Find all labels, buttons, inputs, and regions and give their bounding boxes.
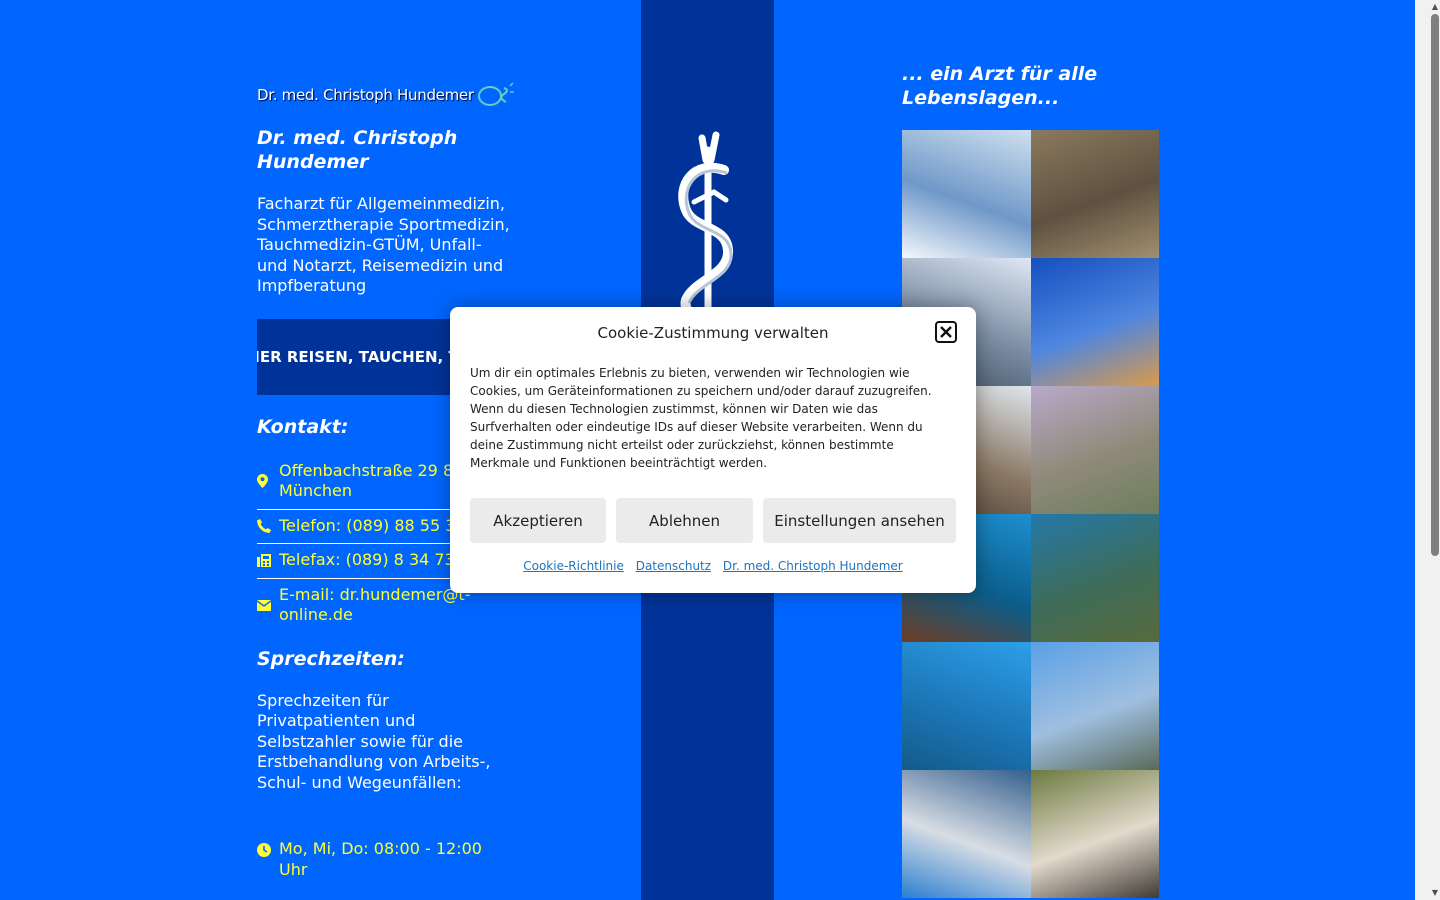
scroll-up-arrow-icon[interactable]: ▲ (1430, 2, 1440, 12)
photo-skydiving[interactable] (1031, 386, 1159, 514)
site-logo[interactable]: Dr. med. Christoph Hundemer (257, 70, 516, 120)
specialties-text: Facharzt für Allgemeinmedizin, Schmerzth… (257, 194, 510, 295)
map-pin-icon (257, 474, 279, 488)
aesculapian-staff-icon (664, 130, 754, 334)
view-settings-button[interactable]: Einstellungen ansehen (763, 498, 956, 543)
scrollbar[interactable]: ▲ ▼ (1415, 0, 1440, 900)
hours-line: Mo, Mi, Do: 08:00 - 12:00 Uhr (257, 839, 513, 880)
cookie-consent-dialog: Cookie-Zustimmung verwalten Um dir ein o… (450, 307, 976, 593)
privacy-link[interactable]: Datenschutz (636, 559, 711, 573)
photo-diver-blue[interactable] (902, 642, 1031, 770)
photo-diving-reef[interactable] (1031, 514, 1159, 642)
imprint-link[interactable]: Dr. med. Christoph Hundemer (723, 559, 903, 573)
contact-phone-text: Telefon: (089) 88 55 36 (279, 515, 466, 535)
deny-button[interactable]: Ablehnen (616, 498, 753, 543)
fax-icon (257, 553, 279, 567)
accept-button[interactable]: Akzeptieren (470, 498, 606, 543)
cookie-button-row: Akzeptieren Ablehnen Einstellungen anseh… (470, 498, 956, 543)
logo-mark-icon (476, 82, 516, 108)
photo-skiing[interactable] (902, 130, 1031, 258)
hours-line-text: Mo, Mi, Do: 08:00 - 12:00 Uhr (279, 839, 482, 879)
scrollbar-thumb[interactable] (1431, 14, 1439, 556)
photo-group[interactable] (1031, 770, 1159, 898)
photo-boat[interactable] (902, 770, 1031, 898)
photo-climbing[interactable] (1031, 130, 1159, 258)
photo-summit-cross[interactable] (1031, 642, 1159, 770)
envelope-icon (257, 599, 279, 611)
cookie-dialog-title: Cookie-Zustimmung verwalten (597, 324, 829, 342)
logo-text: Dr. med. Christoph Hundemer (257, 86, 474, 104)
photo-dunes[interactable] (1031, 258, 1159, 386)
hours-heading: Sprechzeiten: (257, 647, 405, 670)
clock-icon (257, 839, 279, 863)
close-icon (940, 323, 952, 342)
close-button[interactable] (935, 321, 957, 343)
hours-description: Sprechzeiten für Privatpatienten und Sel… (257, 690, 491, 792)
scroll-down-arrow-icon[interactable]: ▼ (1430, 888, 1440, 898)
cookie-policy-link[interactable]: Cookie-Richtlinie (523, 559, 624, 573)
doctor-name: Dr. med. Christoph Hundemer (257, 127, 458, 173)
cookie-links: Cookie-Richtlinie Datenschutz Dr. med. C… (450, 559, 976, 573)
phone-icon (257, 518, 279, 533)
cookie-dialog-body: Um dir ein optimales Erlebnis zu bieten,… (470, 366, 932, 470)
tagline: ... ein Arzt für alle Lebenslagen... (902, 63, 1098, 109)
